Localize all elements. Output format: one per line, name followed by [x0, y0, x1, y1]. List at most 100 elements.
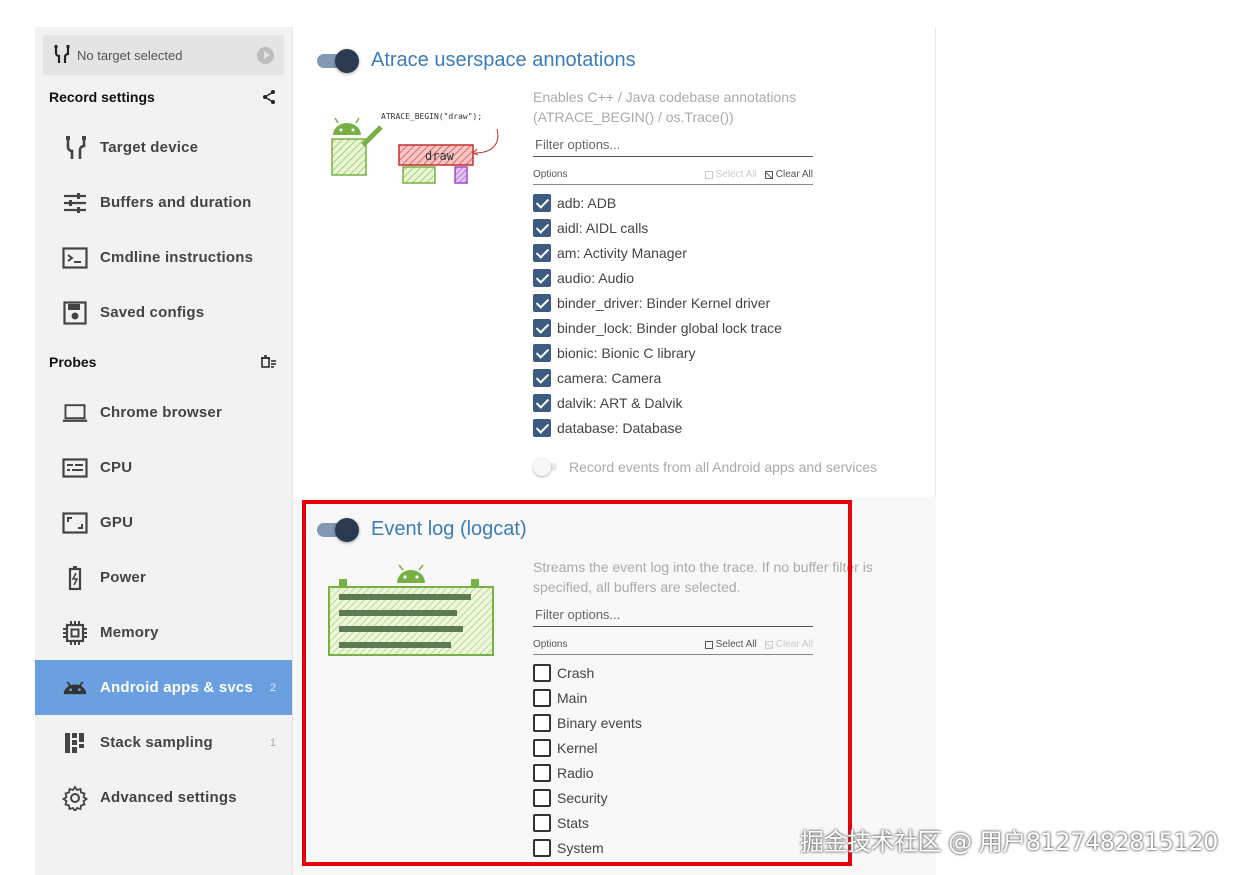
record-settings-title: Record settings — [49, 89, 155, 105]
atrace-option[interactable]: adb: ADB — [533, 193, 616, 213]
atrace-probe: Atrace userspace annotations ATRACE_BEGI… — [293, 27, 936, 497]
target-label: No target selected — [77, 47, 183, 63]
nav-buffers-duration[interactable]: Buffers and duration — [35, 175, 292, 230]
atrace-toggle[interactable] — [315, 49, 361, 73]
nav-cmdline[interactable]: Cmdline instructions — [35, 230, 292, 285]
clear-all-icon — [764, 170, 773, 179]
nav-label: Stack sampling — [100, 734, 213, 751]
terminal-icon — [62, 245, 88, 271]
atrace-option[interactable]: bionic: Bionic C library — [533, 343, 696, 363]
atrace-option[interactable]: camera: Camera — [533, 368, 661, 388]
clear-probes-icon[interactable] — [261, 354, 277, 370]
checkbox[interactable] — [533, 344, 551, 362]
nav-count: 1 — [269, 736, 276, 749]
share-icon[interactable] — [261, 89, 277, 105]
usb-cable-icon — [62, 135, 88, 161]
select-all-label: Select All — [715, 169, 757, 180]
atrace-description: Enables C++ / Java codebase annotations … — [533, 89, 797, 125]
checkbox[interactable] — [533, 219, 551, 237]
nav-saved-configs[interactable]: Saved configs — [35, 285, 292, 340]
nav-memory[interactable]: Memory — [35, 605, 292, 660]
option-label: aidl: AIDL calls — [557, 220, 649, 236]
option-label: camera: Camera — [557, 370, 662, 386]
watermark: 掘金技术社区 @ 用户8127482815120 — [800, 828, 1218, 856]
atrace-option[interactable]: audio: Audio — [533, 268, 634, 288]
option-label: bionic: Bionic C library — [557, 345, 696, 361]
sliders-icon — [62, 190, 88, 216]
battery-icon — [62, 565, 88, 591]
nav-label: Target device — [100, 139, 199, 156]
atrace-option[interactable]: dalvik: ART & Dalvik — [533, 393, 683, 413]
atrace-filter-input[interactable]: Filter options... — [533, 135, 813, 157]
nav-target-device[interactable]: Target device — [35, 120, 292, 175]
atrace-option[interactable]: binder_lock: Binder global lock trace — [533, 318, 782, 338]
usb-cable-icon — [54, 45, 70, 63]
option-label: binder_lock: Binder global lock trace — [557, 320, 782, 336]
nav-count: 2 — [269, 681, 276, 694]
nav-label: Cmdline instructions — [100, 249, 254, 266]
atrace-header: Atrace userspace annotations — [315, 45, 636, 75]
clear-all-label: Clear All — [775, 169, 813, 180]
option-label: am: Activity Manager — [557, 245, 687, 261]
checkbox[interactable] — [533, 319, 551, 337]
gpu-frame-icon — [62, 510, 88, 536]
save-icon — [62, 300, 88, 326]
option-label: adb: ADB — [557, 195, 617, 211]
option-label: database: Database — [557, 420, 683, 436]
option-label: dalvik: ART & Dalvik — [557, 395, 683, 411]
checkbox[interactable] — [533, 369, 551, 387]
option-label: audio: Audio — [557, 270, 635, 286]
nav-chrome-browser[interactable]: Chrome browser — [35, 385, 292, 440]
cpu-meter-icon — [62, 455, 88, 481]
target-selector[interactable]: No target selected — [43, 35, 284, 75]
nav-label: GPU — [100, 514, 134, 531]
memory-chip-icon — [62, 620, 88, 646]
stack-icon — [62, 730, 88, 756]
nav-gpu[interactable]: GPU — [35, 495, 292, 550]
atrace-title: Atrace userspace annotations — [371, 48, 636, 71]
nav-label: Advanced settings — [100, 789, 237, 806]
sidebar: No target selected Record settings Targe… — [35, 27, 293, 875]
checkbox[interactable] — [533, 419, 551, 437]
nav-label: Memory — [100, 624, 159, 641]
nav-advanced-settings[interactable]: Advanced settings — [35, 770, 292, 825]
record-all-apps-toggle[interactable]: Record events from all Android apps and … — [533, 457, 877, 477]
laptop-icon — [62, 400, 88, 426]
atrace-option[interactable]: aidl: AIDL calls — [533, 218, 648, 238]
clear-all-button[interactable]: Clear All — [764, 169, 813, 180]
checkbox[interactable] — [533, 394, 551, 412]
gear-icon — [62, 784, 88, 811]
probes-header: Probes — [49, 350, 277, 374]
atrace-illustration: ATRACE_BEGIN("draw"); draw — [331, 112, 499, 184]
atrace-options-header: Options Select All Clear All — [533, 165, 813, 185]
highlight-box — [302, 500, 852, 866]
atrace-option[interactable]: am: Activity Manager — [533, 243, 687, 263]
option-label: binder_driver: Binder Kernel driver — [557, 295, 771, 311]
play-icon[interactable] — [257, 46, 274, 64]
checkbox[interactable] — [533, 194, 551, 212]
record-all-switch[interactable] — [533, 457, 559, 477]
nav-android-apps[interactable]: Android apps & svcs 2 — [35, 660, 292, 715]
checkbox[interactable] — [533, 244, 551, 262]
nav-label: CPU — [100, 459, 133, 476]
atrace-option[interactable]: binder_driver: Binder Kernel driver — [533, 293, 770, 313]
select-all-button[interactable]: Select All — [704, 169, 757, 180]
nav-label: Saved configs — [100, 304, 205, 321]
record-settings-header: Record settings — [49, 85, 277, 109]
checkbox[interactable] — [533, 294, 551, 312]
record-all-label: Record events from all Android apps and … — [569, 459, 878, 475]
android-icon — [62, 675, 88, 701]
nav-label: Buffers and duration — [100, 194, 252, 211]
nav-power[interactable]: Power — [35, 550, 292, 605]
atrace-draw-label: draw — [425, 149, 455, 163]
options-label: Options — [533, 169, 568, 180]
atrace-code-label: ATRACE_BEGIN("draw"); — [381, 112, 482, 121]
nav-label: Chrome browser — [100, 404, 222, 421]
nav-cpu[interactable]: CPU — [35, 440, 292, 495]
probes-title: Probes — [49, 354, 97, 370]
atrace-option[interactable]: database: Database — [533, 418, 682, 438]
select-all-icon — [704, 170, 713, 179]
nav-label: Android apps & svcs — [100, 679, 254, 696]
checkbox[interactable] — [533, 269, 551, 287]
nav-stack-sampling[interactable]: Stack sampling 1 — [35, 715, 292, 770]
